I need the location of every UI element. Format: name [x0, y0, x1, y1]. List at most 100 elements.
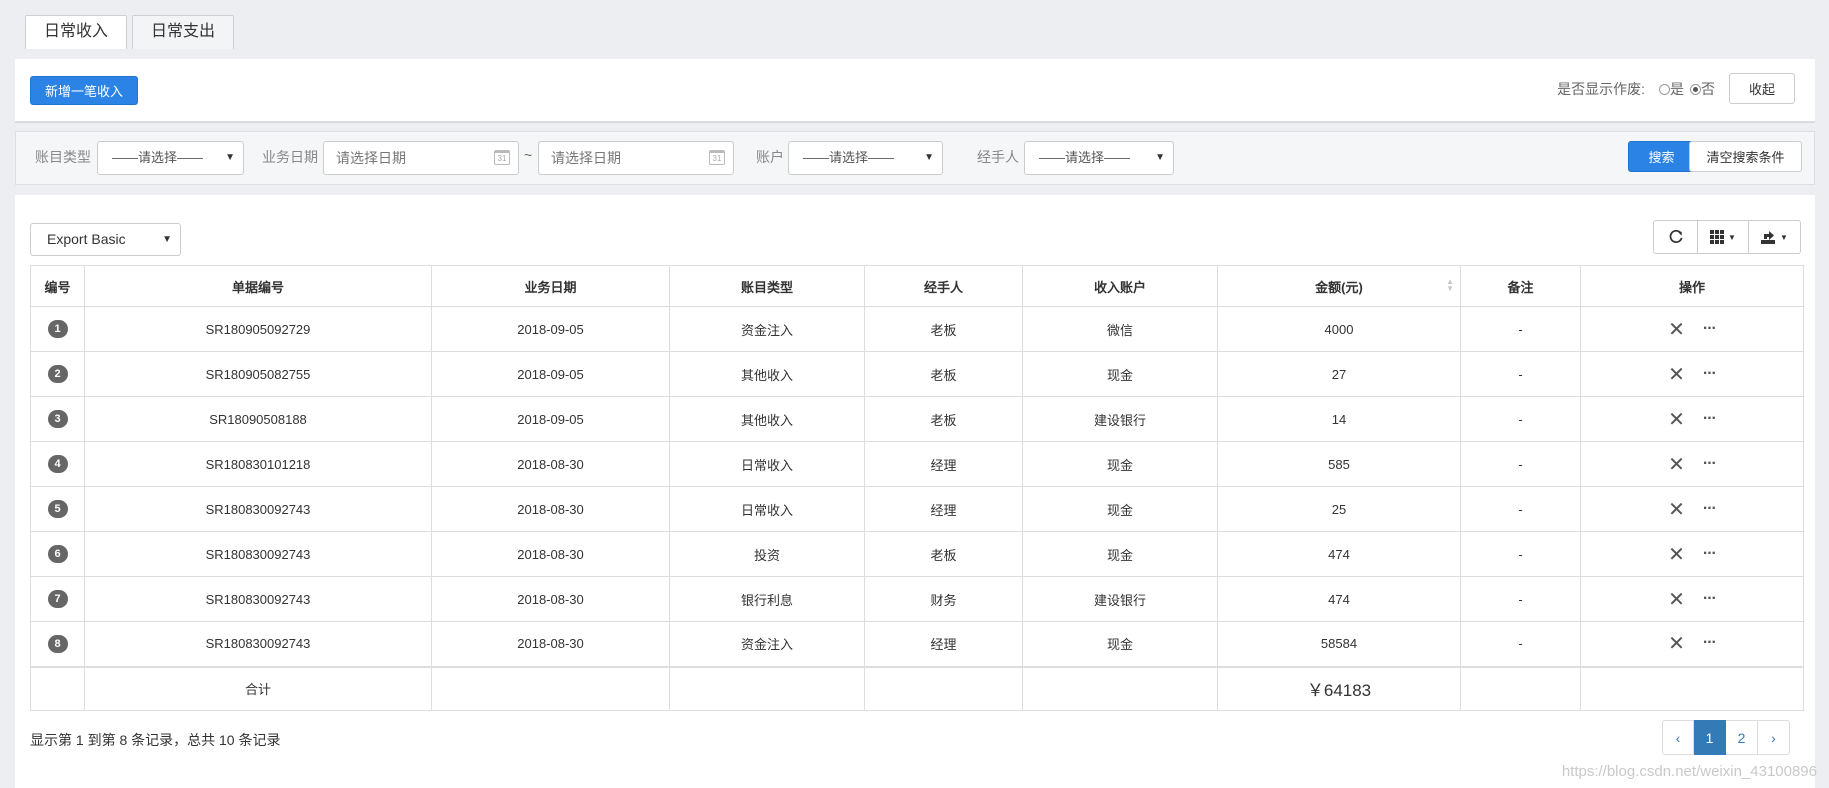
cell-note: - — [1460, 531, 1581, 577]
cell-no: 6 — [30, 531, 85, 577]
header-doc-no[interactable]: 单据编号 — [84, 265, 432, 307]
close-icon[interactable]: ✕ — [1668, 633, 1685, 655]
cell-actions: ✕ ··· — [1580, 351, 1804, 397]
sort-icon[interactable]: ▲ ▼ — [1446, 278, 1454, 293]
total-cell — [1022, 665, 1218, 711]
cell-no: 4 — [30, 441, 85, 487]
handler-select[interactable]: ——请选择—— ▼ — [1024, 141, 1174, 175]
cell-handler: 老板 — [864, 396, 1023, 442]
date-to-input[interactable]: 请选择日期 31 — [538, 141, 734, 175]
export-icon — [1761, 231, 1776, 244]
collapse-button[interactable]: 收起 — [1729, 73, 1795, 104]
table-row: 7 SR180830092743 2018-08-30 银行利息 财务 建设银行 474- ✕… — [30, 576, 1804, 622]
refresh-button[interactable] — [1653, 220, 1698, 254]
header-account[interactable]: 收入账户 — [1022, 265, 1218, 307]
type-select[interactable]: ——请选择—— ▼ — [97, 141, 244, 175]
tab-daily-expense[interactable]: 日常支出 — [132, 15, 235, 49]
header-note[interactable]: 备注 — [1460, 265, 1581, 307]
more-icon[interactable]: ··· — [1703, 634, 1717, 651]
calendar-icon[interactable]: 31 — [494, 150, 510, 165]
radio-no-option[interactable]: 否 — [1690, 79, 1715, 99]
close-icon[interactable]: ✕ — [1668, 589, 1685, 611]
more-icon[interactable]: ··· — [1703, 590, 1717, 607]
chevron-down-icon: ▼ — [924, 152, 934, 163]
cell-actions: ✕ ··· — [1580, 441, 1804, 487]
cell-amount: 58584 — [1217, 621, 1461, 667]
date-from-input[interactable]: 请选择日期 31 — [323, 141, 519, 175]
export-type-value: Export Basic — [47, 231, 126, 247]
header-no[interactable]: 编号 — [30, 265, 85, 307]
cell-no: 8 — [30, 621, 85, 667]
close-icon[interactable]: ✕ — [1668, 499, 1685, 521]
table-header-row: 编号 单据编号 业务日期 账目类型 经手人 收入账户 金额(元) ▲ ▼ 备注 操… — [30, 265, 1804, 307]
table-row: 5 SR180830092743 2018-08-30 日常收入 经理 现金 25- ✕ ··· — [30, 486, 1804, 532]
cell-no: 5 — [30, 486, 85, 532]
search-button[interactable]: 搜索 — [1628, 141, 1695, 172]
more-icon[interactable]: ··· — [1703, 410, 1717, 427]
cell-actions: ✕ ··· — [1580, 576, 1804, 622]
radio-yes[interactable] — [1659, 84, 1670, 96]
date-to-placeholder: 请选择日期 — [551, 150, 621, 166]
header-date[interactable]: 业务日期 — [431, 265, 670, 307]
add-income-button[interactable]: 新增一笔收入 — [30, 76, 138, 105]
cell-doc-no: SR180830092743 — [84, 486, 432, 532]
next-page-button[interactable]: › — [1758, 720, 1790, 755]
cell-handler: 老板 — [864, 351, 1023, 397]
cell-amount: 27 — [1217, 351, 1461, 397]
close-icon[interactable]: ✕ — [1668, 319, 1685, 341]
page-1-button[interactable]: 1 — [1694, 720, 1726, 755]
cell-actions: ✕ ··· — [1580, 531, 1804, 577]
more-icon[interactable]: ··· — [1703, 545, 1717, 562]
columns-button[interactable]: ▼ — [1698, 220, 1749, 254]
table-row: 4 SR180830101218 2018-08-30 日常收入 经理 现金 585- ✕ ··… — [30, 441, 1804, 487]
radio-no[interactable] — [1690, 84, 1701, 96]
calendar-icon[interactable]: 31 — [709, 150, 725, 165]
cell-amount: 4000 — [1217, 306, 1461, 352]
close-icon[interactable]: ✕ — [1668, 454, 1685, 476]
more-icon[interactable]: ··· — [1703, 455, 1717, 472]
close-icon[interactable]: ✕ — [1668, 544, 1685, 566]
table-tools: ▼ ▼ — [1653, 220, 1801, 254]
cell-type: 银行利息 — [669, 576, 865, 622]
total-cell — [1580, 665, 1804, 711]
table-body: 1 SR180905092729 2018-09-05 资金注入 老板 微信 4000- ✕ ·… — [30, 306, 1804, 711]
header-amount[interactable]: 金额(元) ▲ ▼ — [1217, 265, 1461, 307]
cell-date: 2018-08-30 — [431, 441, 670, 487]
radio-yes-option[interactable]: 是 — [1659, 79, 1684, 99]
header-type[interactable]: 账目类型 — [669, 265, 865, 307]
more-icon[interactable]: ··· — [1703, 320, 1717, 337]
more-icon[interactable]: ··· — [1703, 500, 1717, 517]
show-void-group: 是否显示作废: 是 否 收起 — [1557, 73, 1795, 104]
watermark: https://blog.csdn.net/weixin_43100896 — [1561, 763, 1817, 780]
export-button[interactable]: ▼ — [1749, 220, 1801, 254]
columns-grid-icon — [1710, 230, 1725, 244]
table-row: 8 SR180830092743 2018-08-30 资金注入 经理 现金 58584- ✕… — [30, 621, 1804, 667]
header-actions: 操作 — [1580, 265, 1804, 307]
clear-search-button[interactable]: 清空搜索条件 — [1689, 141, 1802, 172]
export-type-select[interactable]: Export Basic ▼ — [30, 223, 181, 256]
total-amount: ￥64183 — [1217, 665, 1461, 711]
cell-actions: ✕ ··· — [1580, 396, 1804, 442]
prev-page-button[interactable]: ‹ — [1662, 720, 1694, 755]
tab-daily-income[interactable]: 日常收入 — [25, 15, 128, 49]
cell-note: - — [1460, 351, 1581, 397]
cell-date: 2018-08-30 — [431, 576, 670, 622]
more-icon[interactable]: ··· — [1703, 365, 1717, 382]
data-panel: Export Basic ▼ ▼ ▼ 编号 单据编号 业务日期 账目类型 经手人… — [15, 195, 1815, 788]
account-select[interactable]: ——请选择—— ▼ — [788, 141, 943, 175]
pagination-info: 显示第 1 到第 8 条记录，总共 10 条记录 — [30, 732, 281, 748]
total-cell — [431, 665, 670, 711]
cell-date: 2018-08-30 — [431, 486, 670, 532]
cell-date: 2018-09-05 — [431, 306, 670, 352]
close-icon[interactable]: ✕ — [1668, 409, 1685, 431]
header-handler[interactable]: 经手人 — [864, 265, 1023, 307]
page-2-button[interactable]: 2 — [1726, 720, 1758, 755]
cell-type: 其他收入 — [669, 351, 865, 397]
cell-type: 日常收入 — [669, 441, 865, 487]
row-number-badge: 8 — [47, 634, 68, 653]
cell-account: 现金 — [1022, 621, 1218, 667]
close-icon[interactable]: ✕ — [1668, 364, 1685, 386]
income-table: 编号 单据编号 业务日期 账目类型 经手人 收入账户 金额(元) ▲ ▼ 备注 操… — [30, 265, 1804, 711]
cell-date: 2018-08-30 — [431, 531, 670, 577]
cell-note: - — [1460, 621, 1581, 667]
